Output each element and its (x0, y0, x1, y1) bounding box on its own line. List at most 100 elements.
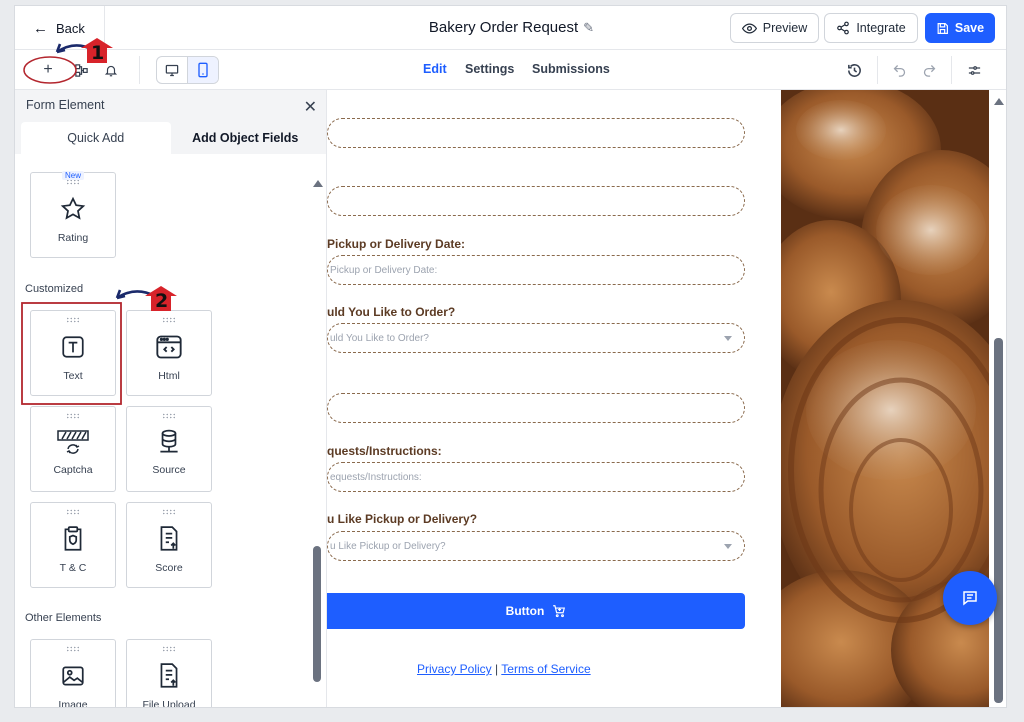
integrate-button[interactable]: Integrate (824, 13, 918, 43)
element-tile-file-upload[interactable]: File Upload (126, 639, 212, 708)
code-window-icon (154, 332, 184, 362)
device-toggle (156, 56, 219, 84)
drag-handle-icon[interactable] (162, 317, 176, 323)
canvas-scrollbar[interactable] (990, 90, 1006, 707)
tile-label: Source (152, 464, 186, 476)
add-element-icon[interactable]: + (37, 59, 59, 81)
drag-handle-icon[interactable] (162, 413, 176, 419)
scroll-up-icon[interactable] (994, 98, 1004, 105)
pickup-date-field[interactable]: Pickup or Delivery Date: (327, 255, 745, 285)
element-tile-rating[interactable]: New Rating (30, 171, 116, 258)
section-customized: Customized (25, 283, 84, 295)
phone-icon (198, 62, 208, 78)
preview-label: Preview (762, 21, 808, 35)
tab-add-object-fields[interactable]: Add Object Fields (171, 122, 321, 154)
section-other-elements: Other Elements (25, 612, 102, 624)
pencil-icon[interactable]: ✎ (583, 20, 594, 36)
scroll-up-icon[interactable] (313, 180, 323, 187)
step-number-one: 1 (91, 42, 105, 64)
form-title[interactable]: Bakery Order Request (429, 19, 578, 36)
chat-icon (963, 591, 977, 606)
tile-label: Image (58, 699, 88, 708)
new-badge: New (62, 171, 85, 180)
field-label: uld You Like to Order? (327, 305, 456, 319)
drag-handle-icon[interactable] (66, 413, 80, 419)
drag-handle-icon[interactable] (162, 509, 176, 515)
tab-submissions[interactable]: Submissions (532, 62, 610, 76)
save-button[interactable]: Save (925, 13, 995, 43)
save-label: Save (954, 21, 985, 35)
instructions-field[interactable]: equests/Instructions: (327, 462, 745, 492)
field-label: Pickup or Delivery Date: (327, 237, 466, 251)
form-canvas: Pickup or Delivery Date: Pickup or Deliv… (327, 90, 781, 707)
drag-handle-icon[interactable] (162, 646, 176, 652)
hierarchy-icon[interactable] (70, 59, 92, 81)
document-upload-icon (157, 524, 181, 554)
submit-label: Button (505, 604, 545, 618)
back-label: Back (56, 20, 85, 36)
element-tile-terms[interactable]: T & C (30, 502, 116, 588)
redo-icon[interactable] (918, 59, 940, 81)
clipboard-shield-icon (60, 524, 86, 554)
element-tile-html[interactable]: Html (126, 310, 212, 396)
tab-quick-add[interactable]: Quick Add (21, 122, 171, 154)
delivery-select[interactable]: u Like Pickup or Delivery? (327, 531, 745, 561)
step-number-two: 2 (155, 290, 169, 312)
element-tile-image[interactable]: Image (30, 639, 116, 708)
privacy-policy-link[interactable]: Privacy Policy (417, 662, 492, 676)
history-icon[interactable] (843, 59, 865, 81)
file-upload-icon (157, 661, 181, 691)
close-icon[interactable]: ✕ (304, 97, 317, 117)
text-icon (60, 332, 86, 362)
monitor-icon (165, 64, 179, 76)
panel-scrollbar[interactable] (312, 180, 323, 707)
image-icon (60, 661, 86, 691)
share-icon (837, 21, 850, 35)
cart-icon (553, 605, 566, 618)
mobile-view-button[interactable] (187, 57, 218, 83)
drag-handle-icon[interactable] (66, 317, 80, 323)
tile-label: Captcha (53, 464, 93, 476)
top-bar: ← Back Bakery Order Request ✎ Preview Int… (15, 6, 1006, 50)
tile-label: Html (158, 370, 180, 382)
element-tile-text[interactable]: Text (30, 310, 116, 396)
drag-handle-icon[interactable] (66, 646, 80, 652)
form-builder-window: ← Back Bakery Order Request ✎ Preview Int… (14, 5, 1007, 708)
preview-button[interactable]: Preview (730, 13, 819, 43)
tile-label: File Upload (142, 699, 196, 708)
database-icon (156, 428, 182, 458)
desktop-view-button[interactable] (157, 57, 187, 83)
link-separator: | (495, 662, 499, 676)
divider (877, 56, 878, 84)
scrollbar-thumb[interactable] (994, 338, 1003, 703)
form-element-panel: Form Element ✕ Quick Add Add Object Fiel… (15, 90, 327, 708)
editor-toolbar: + Edit Settings Submissions (15, 50, 1006, 90)
submit-button[interactable]: Button (327, 593, 745, 629)
scrollbar-thumb[interactable] (313, 546, 321, 682)
floppy-icon (937, 22, 948, 34)
form-field-5[interactable] (327, 393, 745, 423)
element-tile-source[interactable]: Source (126, 406, 212, 492)
field-label: quests/Instructions: (327, 444, 442, 458)
element-tile-captcha[interactable]: Captcha (30, 406, 116, 492)
undo-icon[interactable] (888, 59, 910, 81)
element-tile-score[interactable]: Score (126, 502, 212, 588)
star-icon (60, 194, 86, 224)
form-field-1[interactable] (327, 118, 745, 148)
panel-title: Form Element (26, 98, 105, 112)
terms-of-service-link[interactable]: Terms of Service (501, 662, 590, 676)
legal-links: Privacy Policy | Terms of Service (417, 662, 591, 676)
panel-header: Form Element ✕ (15, 90, 326, 120)
chat-widget-button[interactable] (943, 571, 997, 625)
form-field-2[interactable] (327, 186, 745, 216)
field-placeholder: Pickup or Delivery Date: (330, 265, 438, 276)
tab-settings[interactable]: Settings (465, 62, 514, 76)
tab-edit[interactable]: Edit (423, 62, 447, 76)
divider (951, 56, 952, 84)
drag-handle-icon[interactable] (66, 509, 80, 515)
sliders-icon[interactable] (963, 59, 985, 81)
field-placeholder: equests/Instructions: (330, 472, 422, 483)
order-select[interactable]: uld You Like to Order? (327, 323, 745, 353)
panel-tabs: Quick Add Add Object Fields (15, 120, 326, 154)
tile-label: T & C (59, 562, 87, 574)
